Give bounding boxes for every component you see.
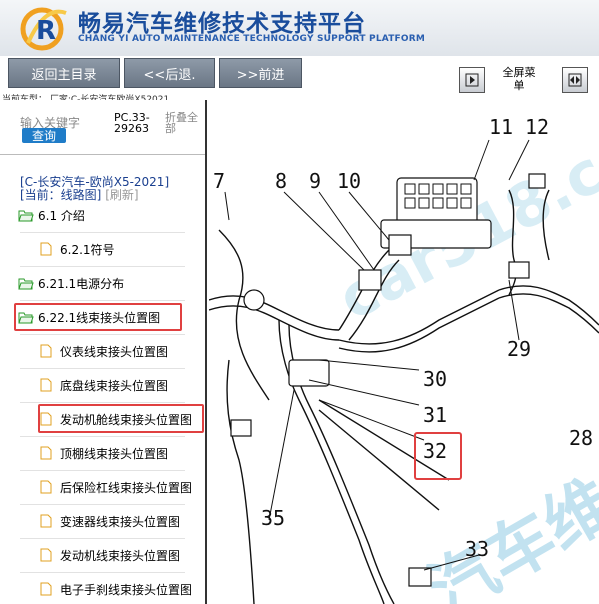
fold-all-link[interactable]: 折叠全部 bbox=[165, 112, 203, 134]
highlight-box bbox=[14, 303, 182, 331]
tree-item-label: 仪表线束接头位置图 bbox=[60, 344, 169, 359]
tree-item-chassis-harness[interactable]: 底盘线束接头位置图 bbox=[40, 375, 168, 395]
tree-item-label: 发动机线束接头位置图 bbox=[60, 548, 181, 563]
panel-toggle-icon bbox=[465, 73, 479, 87]
tree-item-instrument-harness[interactable]: 仪表线束接头位置图 bbox=[40, 341, 168, 361]
tree-item-symbols[interactable]: 6.2.1符号 bbox=[40, 239, 115, 259]
back-button[interactable]: <<后退. bbox=[124, 58, 215, 88]
tree-item-roof-harness[interactable]: 顶棚线束接头位置图 bbox=[40, 443, 168, 463]
refresh-link[interactable]: [刷新] bbox=[105, 188, 138, 202]
tree-item-rear-bumper-harness[interactable]: 后保险杠线束接头位置图 bbox=[40, 477, 192, 497]
document-icon bbox=[40, 344, 56, 358]
fullscreen-menu-label: 全屏菜单 bbox=[502, 66, 536, 92]
callout-7: 7 bbox=[213, 169, 225, 193]
logo-icon: R bbox=[20, 7, 67, 51]
document-icon bbox=[40, 242, 56, 256]
folder-open-icon bbox=[18, 208, 34, 222]
collapse-menu-button[interactable] bbox=[459, 67, 485, 93]
callout-29: 29 bbox=[507, 337, 531, 361]
home-button[interactable]: 返回主目录 bbox=[8, 58, 120, 88]
divider bbox=[0, 154, 205, 155]
logo-letter: R bbox=[36, 16, 56, 46]
pc-code: PC.33-29263 bbox=[114, 111, 150, 135]
tree-item-intro[interactable]: 6.1 介绍 bbox=[18, 205, 85, 225]
document-icon bbox=[40, 514, 56, 528]
sidebar: 输入关键字 查询 PC.33-29263 折叠全部 [C-长安汽车-欧尚X5-2… bbox=[0, 100, 207, 604]
callout-28: 28 bbox=[569, 426, 593, 450]
folder-open-icon bbox=[18, 276, 34, 290]
callout-30: 30 bbox=[423, 367, 447, 391]
tree-item-label: 后保险杠线束接头位置图 bbox=[60, 480, 193, 495]
callout-11: 11 bbox=[489, 115, 513, 139]
document-icon bbox=[40, 582, 56, 596]
callout-8: 8 bbox=[275, 169, 287, 193]
toolbar: 返回主目录 <<后退. >>前进 全屏菜单 bbox=[0, 56, 599, 93]
expand-icon bbox=[568, 73, 582, 87]
tree-item-label: 顶棚线束接头位置图 bbox=[60, 446, 169, 461]
document-icon bbox=[40, 480, 56, 494]
document-icon bbox=[40, 446, 56, 460]
callout-12: 12 bbox=[525, 115, 549, 139]
tree-item-label: 6.2.1符号 bbox=[60, 242, 115, 257]
app-title: 畅易汽车维修技术支持平台 bbox=[78, 11, 366, 37]
document-icon bbox=[40, 378, 56, 392]
tree-item-power-distribution[interactable]: 6.21.1电源分布 bbox=[18, 273, 124, 293]
app-subtitle: CHANG YI AUTO MAINTENANCE TECHNOLOGY SUP… bbox=[78, 34, 426, 44]
tree-item-epb-harness[interactable]: 电子手刹线束接头位置图 bbox=[40, 579, 192, 599]
tree-item-label: 6.1 介绍 bbox=[38, 208, 85, 223]
callout-32: 32 bbox=[423, 439, 447, 463]
tree-item-label: 变速器线束接头位置图 bbox=[60, 514, 181, 529]
forward-button[interactable]: >>前进 bbox=[219, 58, 302, 88]
callout-10: 10 bbox=[337, 169, 361, 193]
fullscreen-button[interactable] bbox=[562, 67, 588, 93]
wiring-diagram[interactable]: car518.c 汽车维 bbox=[209, 100, 599, 604]
tree-item-label: 底盘线束接头位置图 bbox=[60, 378, 169, 393]
harness-drawing: car518.c 汽车维 bbox=[209, 100, 599, 604]
callout-33: 33 bbox=[465, 537, 489, 561]
tree-item-engine-harness[interactable]: 发动机线束接头位置图 bbox=[40, 545, 180, 565]
callout-31: 31 bbox=[423, 403, 447, 427]
tree-item-transmission-harness[interactable]: 变速器线束接头位置图 bbox=[40, 511, 180, 531]
tree-item-label: 电子手刹线束接头位置图 bbox=[60, 582, 193, 597]
highlight-box bbox=[38, 404, 204, 433]
callout-9: 9 bbox=[309, 169, 321, 193]
document-icon bbox=[40, 548, 56, 562]
search-button[interactable]: 查询 bbox=[22, 128, 66, 143]
app-header: R 畅易汽车维修技术支持平台 CHANG YI AUTO MAINTENANCE… bbox=[0, 0, 599, 56]
tree-item-label: 6.21.1电源分布 bbox=[38, 276, 125, 291]
current-section: [当前：线路图] [刷新] bbox=[20, 186, 139, 203]
current-section-label: [当前：线路图] bbox=[20, 188, 102, 202]
callout-35: 35 bbox=[261, 506, 285, 530]
